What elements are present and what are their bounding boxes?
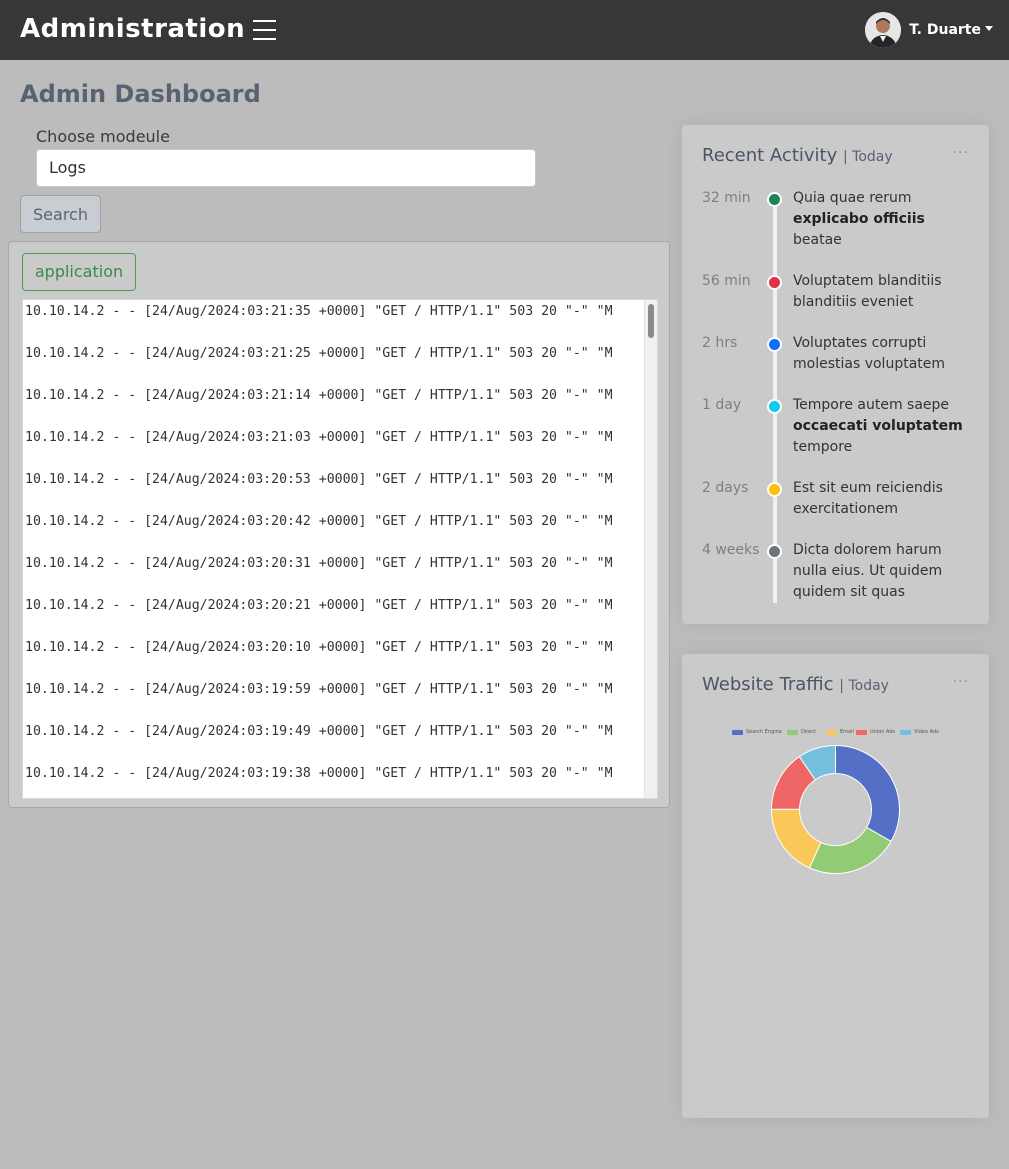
recent-activity-card: Recent Activity | Today ... 32 min Quia q… [682,125,989,624]
search-button[interactable]: Search [20,195,101,233]
donut-slice[interactable] [835,744,900,843]
log-line: 10.10.14.2 - - [24/Aug/2024:03:21:14 +00… [25,388,613,403]
log-line: 10.10.14.2 - - [24/Aug/2024:03:20:31 +00… [25,556,613,571]
activity-text: Est sit eum reiciendis exercitationem [793,478,973,520]
legend-item[interactable]: Email [826,728,854,736]
legend-label: Union Ads [870,729,896,735]
module-select[interactable]: Logs [36,149,536,187]
activity-time: 4 weeks [702,542,760,558]
legend-swatch [787,729,798,735]
activity-item: 2 hrs Voluptates corrupti molestias volup… [702,333,973,375]
website-traffic-card: Website Traffic | Today ... Search Engin… [682,654,989,1118]
activity-title: Recent Activity | Today [702,145,893,166]
activity-text-bold: explicabo officiis [793,211,925,227]
log-scrollbar[interactable] [644,300,657,798]
legend-label: Search Engine [746,729,782,735]
activity-time: 2 days [702,480,749,496]
activity-item: 1 day Tempore autem saepe occaecati volup… [702,395,973,458]
log-line: 10.10.14.2 - - [24/Aug/2024:03:20:10 +00… [25,640,613,655]
chevron-down-icon [985,25,993,31]
legend-swatch [732,729,743,735]
user-menu[interactable]: T. Duarte [865,12,993,48]
activity-text: Voluptatem blanditiis blanditiis eveniet [793,271,973,313]
legend-item[interactable]: Direct [787,728,816,736]
activity-text-part: Dicta dolorem harum nulla eius. Ut quide… [793,542,943,600]
donut-slice[interactable] [771,808,822,869]
log-line: 10.10.14.2 - - [24/Aug/2024:03:19:49 +00… [25,724,613,739]
legend-item[interactable]: Search Engine [732,728,782,736]
legend-item[interactable]: Union Ads [856,728,895,736]
log-panel: application 10.10.14.2 - - [24/Aug/2024:… [8,241,670,808]
activity-text: Tempore autem saepe occaecati voluptatem… [793,395,973,458]
status-dot-icon [767,482,782,497]
chart-legend: Search Engine Direct Email Union Ads Video A… [732,728,942,736]
avatar [865,12,902,48]
activity-text-part: tempore [793,439,853,455]
status-dot-icon [767,337,782,352]
activity-item: 32 min Quia quae rerum explicabo officiis… [702,188,973,251]
status-dot-icon [767,399,782,414]
activity-time: 32 min [702,190,751,206]
traffic-subtitle: | Today [839,678,889,694]
activity-subtitle: | Today [842,149,893,165]
activity-text-bold: occaecati voluptatem [793,418,963,434]
log-line: 10.10.14.2 - - [24/Aug/2024:03:20:53 +00… [25,472,613,487]
status-dot-icon [767,544,782,559]
legend-item[interactable]: Video Ads [900,728,939,736]
log-line: 10.10.14.2 - - [24/Aug/2024:03:21:35 +00… [25,304,613,319]
scrollbar-thumb[interactable] [648,304,654,338]
log-line: 10.10.14.2 - - [24/Aug/2024:03:21:25 +00… [25,346,613,361]
traffic-title: Website Traffic | Today [702,674,889,695]
legend-label: Email [840,729,854,735]
brand-title[interactable]: Administration [20,14,245,44]
activity-text-part: Est sit eum reiciendis exercitationem [793,480,943,517]
status-dot-icon [767,192,782,207]
log-line: 10.10.14.2 - - [24/Aug/2024:03:19:38 +00… [25,766,613,781]
log-line: 10.10.14.2 - - [24/Aug/2024:03:20:42 +00… [25,514,613,529]
menu-toggle-icon[interactable] [253,19,276,40]
more-options-icon[interactable]: ... [953,141,969,157]
activity-item: 56 min Voluptatem blanditiis blanditiis e… [702,271,973,313]
activity-time: 2 hrs [702,335,738,351]
legend-label: Video Ads [914,729,939,735]
top-navbar: Administration T. Duarte [0,0,1009,60]
log-textarea[interactable]: 10.10.14.2 - - [24/Aug/2024:03:21:35 +00… [22,299,658,799]
log-line: 10.10.14.2 - - [24/Aug/2024:03:21:03 +00… [25,430,613,445]
legend-swatch [900,729,911,735]
activity-item: 2 days Est sit eum reiciendis exercitatio… [702,478,973,520]
legend-swatch [826,729,837,735]
module-label: Choose modeule [36,127,170,146]
legend-swatch [856,729,867,735]
activity-text: Voluptates corrupti molestias voluptatem [793,333,973,375]
activity-text: Dicta dolorem harum nulla eius. Ut quide… [793,540,973,603]
log-lines: 10.10.14.2 - - [24/Aug/2024:03:21:35 +00… [25,300,645,798]
activity-text-part: beatae [793,232,842,248]
activity-item: 4 weeks Dicta dolorem harum nulla eius. U… [702,540,973,603]
application-tab[interactable]: application [22,253,136,291]
page-title: Admin Dashboard [20,80,261,108]
activity-text-part: Voluptates corrupti molestias voluptatem [793,335,946,372]
activity-title-text: Recent Activity [702,145,838,166]
activity-text-part: Voluptatem blanditiis blanditiis eveniet [793,273,942,310]
legend-label: Direct [801,729,816,735]
traffic-title-text: Website Traffic [702,674,834,695]
activity-text-part: Quia quae rerum [793,190,912,206]
log-line: 10.10.14.2 - - [24/Aug/2024:03:20:21 +00… [25,598,613,613]
status-dot-icon [767,275,782,290]
user-name: T. Duarte [909,22,981,38]
activity-text-part: Tempore autem saepe [793,397,950,413]
activity-time: 56 min [702,273,751,289]
donut-slice[interactable] [808,826,892,874]
more-options-icon[interactable]: ... [953,670,969,686]
log-line: 10.10.14.2 - - [24/Aug/2024:03:19:59 +00… [25,682,613,697]
activity-time: 1 day [702,397,742,413]
traffic-donut-chart [770,744,900,874]
activity-text: Quia quae rerum explicabo officiis beata… [793,188,973,251]
